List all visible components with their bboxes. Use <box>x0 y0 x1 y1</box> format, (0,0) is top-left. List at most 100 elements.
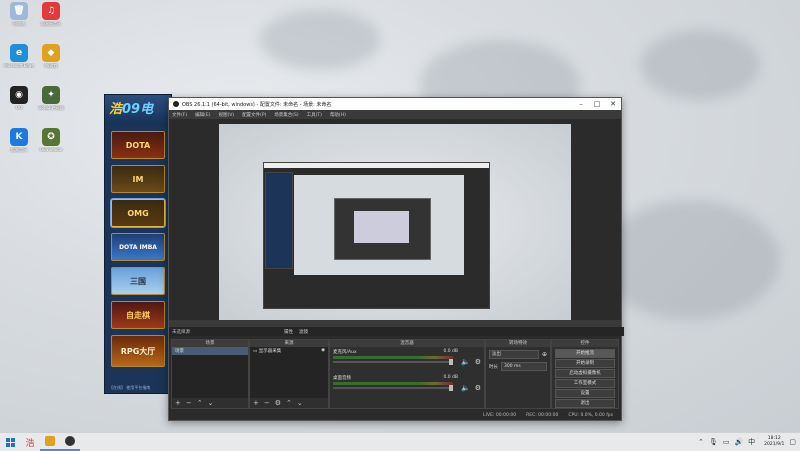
rec-status: REC: 00:00:00 <box>526 412 559 418</box>
remove-icon[interactable]: − <box>264 399 270 407</box>
scene-item[interactable]: 场景 <box>172 347 248 355</box>
visibility-eye-icon[interactable]: ◉ <box>321 348 325 353</box>
desktop-icon-label: 09游戏 <box>44 63 58 68</box>
qq-icon: ◉ <box>10 86 28 104</box>
transition-select[interactable]: 淡出 <box>489 350 539 359</box>
add-icon[interactable]: + <box>253 399 259 407</box>
add-icon[interactable]: + <box>175 399 181 407</box>
gear-icon[interactable]: ⚙ <box>475 384 481 392</box>
scenes-dock: 场景 场景 + − ⌃ ⌄ <box>171 339 249 409</box>
speaker-icon[interactable]: 🔈 <box>461 384 470 392</box>
menu-item[interactable]: 编辑(E) <box>195 112 210 118</box>
control-button[interactable]: 开始推流 <box>555 349 615 358</box>
kugou-icon: K <box>10 128 28 146</box>
add-transition-icon[interactable]: ⊕ <box>542 351 547 358</box>
game-platform-icon: ◆ <box>42 44 60 62</box>
desktop-icon[interactable]: e Microsoft Edge <box>2 44 36 68</box>
control-button[interactable]: 退出 <box>555 399 615 408</box>
control-button[interactable]: 工作室模式 <box>555 379 615 388</box>
desktop-icon[interactable]: ♫ 网易云音乐 <box>34 2 68 27</box>
move-down-icon[interactable]: ⌄ <box>297 399 303 407</box>
obs-window[interactable]: OBS 26.1.1 (64-bit, windows) - 配置文件: 未命名… <box>168 97 624 421</box>
maximize-button[interactable]: □ <box>589 100 605 108</box>
gear-icon[interactable]: ⚙ <box>475 358 481 366</box>
system-tray: ⌃ 🎙 ▭ 🔊 中 18:12 2021/9/1 ▢ <box>698 433 796 451</box>
game-tile[interactable]: DOTA IMBA <box>111 233 165 261</box>
launcher-footer: 【在线】 使用平台指南 <box>109 385 151 390</box>
microphone-icon[interactable]: 🎙 <box>709 438 718 446</box>
game-tile[interactable]: RPG大厅 <box>111 335 165 367</box>
desktop-icon-label: 网易云音乐 <box>41 21 61 26</box>
desktop-icon-label: OBS Studio <box>39 147 63 152</box>
source-toolbar: 未选择源 属性 滤镜 <box>169 327 624 336</box>
desktop-icon[interactable]: ✪ OBS Studio <box>34 128 68 152</box>
audio-meter <box>333 356 453 359</box>
duration-label: 时长 <box>489 364 498 370</box>
menu-bar: 文件(F) 编辑(E) 视图(V) 配置文件(P) 场景集合(S) 工具(T) 帮助(H) <box>169 110 621 119</box>
window-title: OBS 26.1.1 (64-bit, windows) - 配置文件: 未命名… <box>182 101 332 108</box>
minimize-button[interactable]: – <box>573 100 589 108</box>
desktop-icon[interactable]: ◆ 09游戏 <box>34 44 68 69</box>
desktop-icon[interactable]: ◉ QQ <box>2 86 36 110</box>
menu-item[interactable]: 视图(V) <box>218 112 234 118</box>
live-status: LIVE: 00:00:00 <box>483 412 517 418</box>
ime-indicator[interactable]: 中 <box>748 437 755 447</box>
mixer-channel: 桌面音频 0.0 dB 🔈 ⚙ <box>330 373 484 399</box>
control-button[interactable]: 开始录制 <box>555 359 615 368</box>
recycle-bin-icon: 🗑 <box>10 2 28 20</box>
taskbar-obs[interactable] <box>60 433 80 451</box>
gear-icon[interactable]: ⚙ <box>275 399 281 407</box>
nested-launcher <box>265 172 293 269</box>
game-tile[interactable]: 自走棋 <box>111 301 165 329</box>
network-icon[interactable]: ▭ <box>723 438 730 446</box>
close-button[interactable]: ✕ <box>605 100 621 108</box>
game-tile[interactable]: IM <box>111 165 165 193</box>
mixer-header: 混音器 <box>330 340 484 347</box>
remove-icon[interactable]: − <box>186 399 192 407</box>
preview-canvas[interactable] <box>219 124 571 320</box>
desktop-icon-label: QQ <box>15 105 23 110</box>
taskbar-game-launcher[interactable]: 浩 <box>20 433 40 451</box>
source-item[interactable]: ▭ 显示器采集 ◉ <box>250 347 328 355</box>
speaker-icon[interactable]: 🔈 <box>461 358 470 366</box>
game-launcher-window[interactable]: 浩09电 DOTA IM OMG DOTA IMBA 三国自走棋 RPG大厅 【在线】 使… <box>104 94 172 394</box>
move-up-icon[interactable]: ⌃ <box>286 399 292 407</box>
control-button[interactable]: 启动虚拟摄像机 <box>555 369 615 378</box>
move-down-icon[interactable]: ⌄ <box>208 399 214 407</box>
dota-launcher-icon: ✦ <box>42 86 60 104</box>
menu-item[interactable]: 场景集合(S) <box>274 112 298 118</box>
scenes-header: 场景 <box>172 340 248 347</box>
menu-item[interactable]: 配置文件(P) <box>242 112 266 118</box>
desktop-icon[interactable]: K 酷狗音乐 <box>2 128 36 153</box>
move-up-icon[interactable]: ⌃ <box>197 399 203 407</box>
desktop: 🗑 回收站 ♫ 网易云音乐 e Microsoft Edge ◆ 09游戏 ◉ QQ ✦ Dota2 … <box>0 0 800 432</box>
menu-item[interactable]: 工具(T) <box>307 112 322 118</box>
duration-input[interactable]: 300 ms <box>501 362 547 371</box>
properties-button[interactable]: 属性 <box>284 329 293 335</box>
menu-item[interactable]: 帮助(H) <box>330 112 346 118</box>
chevron-up-icon[interactable]: ⌃ <box>698 438 704 446</box>
game-tile[interactable]: DOTA <box>111 131 165 159</box>
transitions-header: 转场特效 <box>486 340 550 347</box>
game-tile[interactable]: 三国 <box>111 267 165 295</box>
filters-button[interactable]: 滤镜 <box>299 329 308 335</box>
obs-titlebar[interactable]: OBS 26.1.1 (64-bit, windows) - 配置文件: 未命名… <box>169 98 621 110</box>
notification-icon[interactable]: ▢ <box>789 438 796 446</box>
desktop-icon[interactable]: ✦ Dota2 启动器 <box>34 86 68 111</box>
volume-slider[interactable] <box>333 385 453 391</box>
desktop-icon[interactable]: 🗑 回收站 <box>2 2 36 27</box>
desktop-icon-label: Dota2 启动器 <box>38 105 64 110</box>
launcher-logo: 浩09电 <box>105 95 171 125</box>
mixer-dock: 混音器 麦克风/Aux 0.0 dB 🔈 ⚙ 桌面音频 0.0 dB 🔈 ⚙ <box>329 339 485 409</box>
start-button[interactable] <box>0 433 20 451</box>
channel-name: 麦克风/Aux <box>333 350 357 355</box>
clock[interactable]: 18:12 2021/9/1 <box>764 436 784 448</box>
game-tile[interactable]: OMG <box>110 198 166 228</box>
control-button[interactable]: 设置 <box>555 389 615 398</box>
menu-item[interactable]: 文件(F) <box>172 112 187 118</box>
taskbar-09game[interactable] <box>40 433 60 451</box>
channel-name: 桌面音频 <box>333 376 351 381</box>
audio-meter <box>333 382 453 385</box>
volume-icon[interactable]: 🔊 <box>734 438 743 446</box>
volume-slider[interactable] <box>333 359 453 365</box>
